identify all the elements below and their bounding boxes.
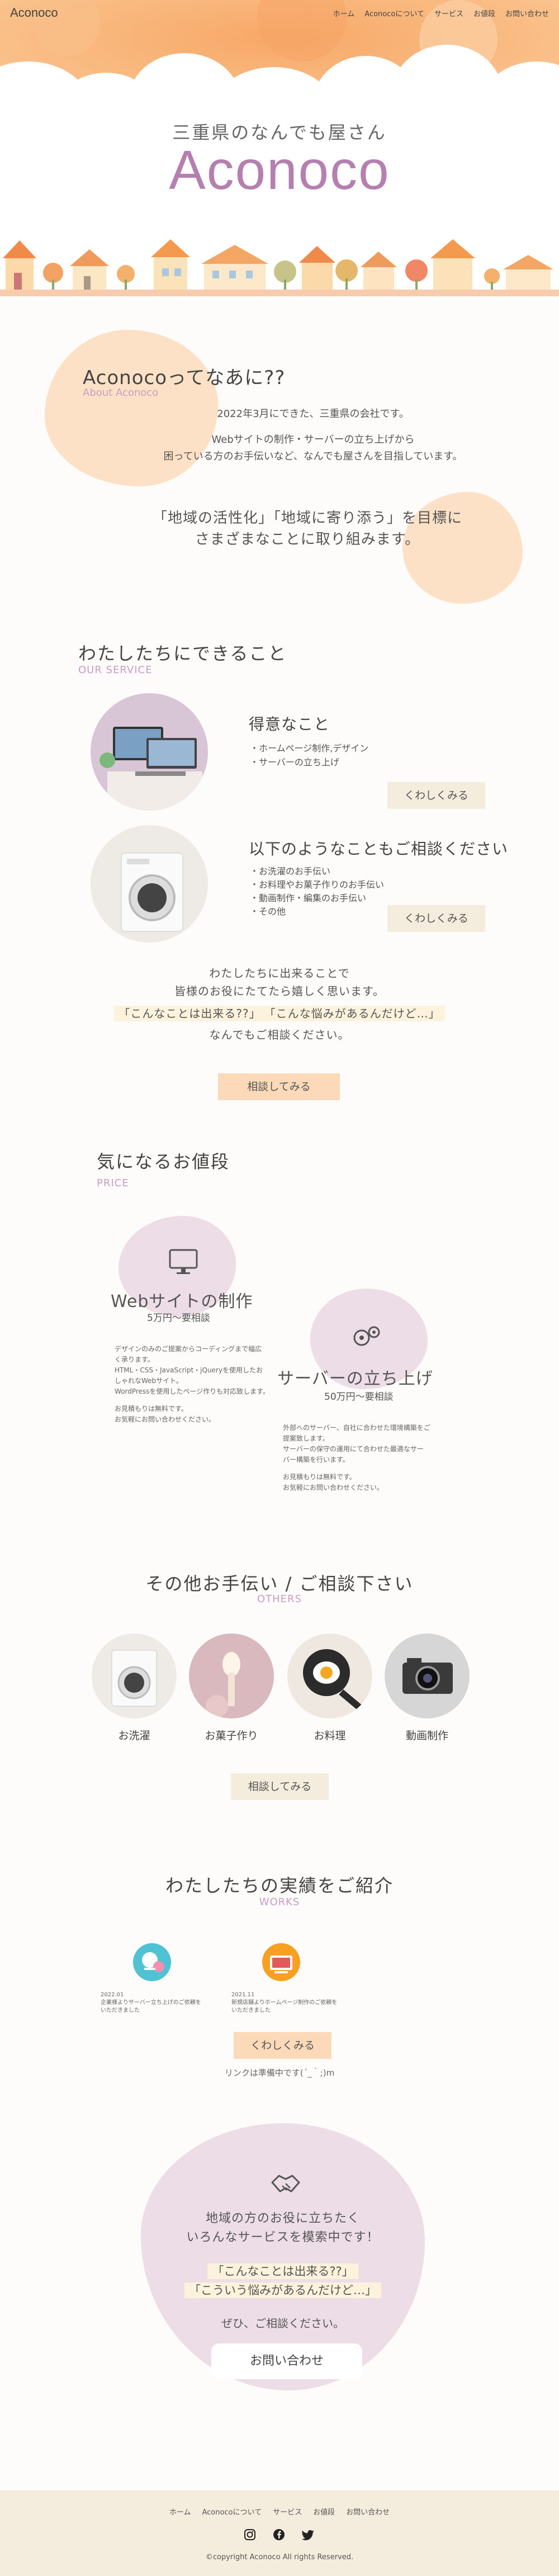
footer-nav-service[interactable]: サービス xyxy=(273,2506,302,2517)
footer-nav-home[interactable]: ホーム xyxy=(169,2506,191,2517)
works-note: リンクは準備中です(´_｀;)m xyxy=(224,2068,335,2078)
about-goal: 「地域の活性化」「地域に寄り添う」を目標に さまざまなことに取り組みます。 xyxy=(152,510,462,548)
service-en: OUR SERVICE xyxy=(78,664,153,676)
others-en: OTHERS xyxy=(257,1593,302,1605)
copyright: ©copyright Aconoco All rights Reserved. xyxy=(205,2553,354,2561)
other-item-laundry: お洗濯 xyxy=(118,1730,150,1742)
footer-nav-about[interactable]: Aconocoについて xyxy=(202,2506,262,2517)
hero-title: Aconoco xyxy=(169,139,390,201)
other-sweets-photo xyxy=(189,1633,274,1718)
social-links xyxy=(0,2528,559,2541)
twitter-icon[interactable] xyxy=(302,2528,315,2541)
contact-message: 地域の方のお役に立ちたく いろんなサービスを模索中です！ xyxy=(186,2212,380,2244)
other-item-video: 動画制作 xyxy=(405,1730,448,1742)
price-web-price: 5万円〜要相談 xyxy=(147,1313,210,1324)
nav-service[interactable]: サービス xyxy=(434,8,463,18)
work1-text: 2022.01 企業様よりサーバー立ち上げのご依頼を いただきました xyxy=(101,1992,201,2014)
price-web-description: デザインのみのご提案からコーディングまで幅広 く承ります。 HTML・CSS・J… xyxy=(115,1345,269,1423)
service-item1-points: ・ホームページ制作,デザイン ・サーバーの立ち上げ xyxy=(250,743,369,768)
about-en: About Aconoco xyxy=(83,387,159,399)
service-item2-points: ・お洗濯のお手伝い ・お料理やお菓子作りのお手伝い ・動画制作・編集のお手伝い … xyxy=(250,866,385,917)
handshake-icon xyxy=(271,2175,300,2193)
monitor-icon xyxy=(169,1249,198,1274)
site-logo[interactable]: Aconoco xyxy=(10,6,58,20)
nav-home[interactable]: ホーム xyxy=(333,8,355,18)
works-detail-button[interactable]: くわしくみる xyxy=(234,2032,331,2059)
other-cooking-photo xyxy=(287,1633,372,1718)
price-title: 気になるお値段 xyxy=(97,1151,230,1172)
instagram-icon[interactable] xyxy=(244,2528,256,2541)
town-illustration xyxy=(0,239,559,296)
main-nav: ホーム Aconocoについて サービス お値段 お問い合わせ xyxy=(333,8,549,18)
hero: Aconoco ホーム Aconocoについて サービス お値段 お問い合わせ … xyxy=(0,0,559,296)
service-consult-button[interactable]: 相談してみる xyxy=(218,1073,340,1100)
work1-thumbnail xyxy=(133,1943,171,1981)
service-item2-detail-button[interactable]: くわしくみる xyxy=(387,905,485,932)
other-laundry-photo xyxy=(92,1633,177,1718)
service-item1-detail-button[interactable]: くわしくみる xyxy=(387,782,485,809)
gears-icon xyxy=(353,1326,380,1346)
work2-text: 2021.11 新規店舗よりホームページ制作のご依頼を いただきました xyxy=(231,1992,338,2014)
service-item2-title: 以下のようなこともご相談ください xyxy=(249,840,509,858)
others-title: その他お手伝い / ご相談下さい xyxy=(145,1573,414,1594)
footer-nav-contact[interactable]: お問い合わせ xyxy=(346,2506,390,2517)
footer-nav-price[interactable]: お値段 xyxy=(313,2506,335,2517)
service-message: わたしたちに出来ることで 皆様のお役にたてたら嬉しく思います。 「こんなことは出… xyxy=(0,964,559,1044)
contact-button[interactable]: お問い合わせ xyxy=(211,2343,362,2379)
other-item-sweets: お菓子作り xyxy=(205,1730,258,1742)
price-en: PRICE xyxy=(97,1177,129,1189)
laptop-photo xyxy=(91,693,208,811)
contact-questions: 「こんなことは出来る??」 「こういう悩みがあるんだけど…」 xyxy=(141,2262,425,2300)
work2-thumbnail xyxy=(262,1943,300,1981)
service-title: わたしたちにできること xyxy=(78,643,287,664)
contact-consult-text: ぜひ、ご相談ください。 xyxy=(221,2317,344,2330)
price-server-price: 50万円〜要相談 xyxy=(324,1391,394,1403)
others-consult-button[interactable]: 相談してみる xyxy=(231,1773,329,1800)
service-item1-title: 得意なこと xyxy=(249,715,330,733)
about-title: Aconocoってなあに?? xyxy=(83,367,286,389)
other-video-photo xyxy=(385,1633,470,1718)
works-en: WORKS xyxy=(259,1896,300,1908)
works-title: わたしたちの実績をご紹介 xyxy=(165,1875,394,1896)
price-server-description: 外部へのサーバー、自社に合わせた環境構築をご 提案致します。 サーバーの保守の運… xyxy=(283,1424,430,1491)
price-web-title: Webサイトの制作 xyxy=(111,1292,253,1311)
nav-contact[interactable]: お問い合わせ xyxy=(505,8,549,18)
washer-photo xyxy=(91,825,208,943)
footer: ホーム Aconocoについて サービス お値段 お問い合わせ ©copyrig… xyxy=(0,2490,559,2576)
footer-nav: ホーム Aconocoについて サービス お値段 お問い合わせ xyxy=(0,2506,559,2517)
nav-price[interactable]: お値段 xyxy=(473,8,495,18)
other-item-cooking: お料理 xyxy=(314,1730,346,1742)
about-text: 2022年3月にできた、三重県の会社です。 Webサイトの制作・サーバーの立ち上… xyxy=(163,408,463,462)
nav-about[interactable]: Aconocoについて xyxy=(364,8,424,18)
price-server-title: サーバーの立ち上げ xyxy=(277,1369,433,1389)
facebook-icon[interactable] xyxy=(273,2528,285,2541)
